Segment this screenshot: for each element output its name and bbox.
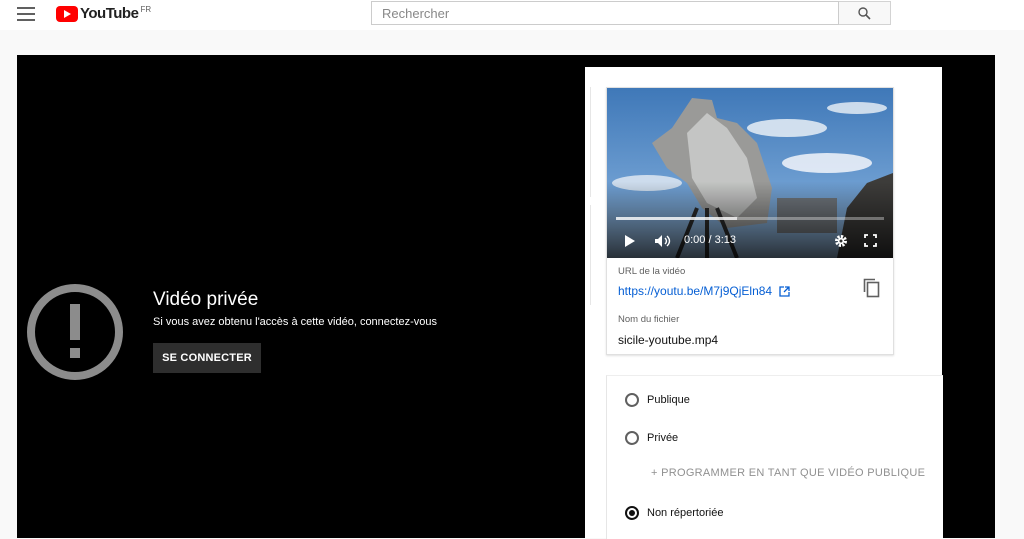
youtube-play-icon xyxy=(56,6,78,22)
logo-text: YouTube xyxy=(80,5,139,22)
video-thumbnail[interactable]: 0:00 / 3:13 xyxy=(607,88,893,258)
radio-option-public[interactable]: Publique xyxy=(625,393,690,407)
search-button[interactable] xyxy=(839,1,891,25)
filename-value: sicile-youtube.mp4 xyxy=(618,333,719,347)
volume-icon[interactable] xyxy=(654,234,672,248)
alert-circle-icon xyxy=(27,284,123,380)
visibility-options: Publique Privée + PROGRAMMER EN TANT QUE… xyxy=(606,375,943,539)
radio-button[interactable] xyxy=(625,393,639,407)
video-time: 0:00 / 3:13 xyxy=(684,234,736,246)
url-label: URL de la vidéo xyxy=(618,266,686,277)
settings-gear-icon[interactable] xyxy=(834,234,848,248)
filename-label: Nom du fichier xyxy=(618,314,680,325)
hamburger-menu-icon[interactable] xyxy=(17,7,35,21)
video-preview-card: 0:00 / 3:13 URL de la vidéo https://yout… xyxy=(606,87,894,355)
video-url-link[interactable]: https://youtu.be/M7j9QjEln84 xyxy=(618,284,772,298)
panel-edge xyxy=(585,205,591,305)
youtube-logo[interactable]: YouTube FR xyxy=(56,5,151,25)
radio-option-unlisted[interactable]: Non répertoriée xyxy=(625,506,723,520)
search-icon xyxy=(858,7,871,20)
buffered-progress xyxy=(616,217,737,220)
sculpture-image xyxy=(607,88,893,258)
play-icon[interactable] xyxy=(624,234,636,248)
radio-option-private[interactable]: Privée xyxy=(625,431,678,445)
sign-in-button[interactable]: SE CONNECTER xyxy=(153,343,261,373)
radio-label-unlisted: Non répertoriée xyxy=(647,507,724,519)
region-code: FR xyxy=(140,5,152,14)
video-details-panel: 0:00 / 3:13 URL de la vidéo https://yout… xyxy=(585,67,943,539)
radio-label-public: Publique xyxy=(647,394,690,406)
private-video-subtitle: Si vous avez obtenu l'accès à cette vidé… xyxy=(153,316,437,328)
radio-label-private: Privée xyxy=(647,432,679,444)
panel-edge xyxy=(585,87,591,197)
video-progress-bar[interactable] xyxy=(616,217,884,220)
copy-icon[interactable] xyxy=(863,278,880,298)
search-input[interactable] xyxy=(371,1,839,25)
external-link-icon[interactable] xyxy=(779,286,790,297)
private-video-title: Vidéo privée xyxy=(153,289,259,310)
radio-button[interactable] xyxy=(625,431,639,445)
schedule-public-link[interactable]: + PROGRAMMER EN TANT QUE VIDÉO PUBLIQUE xyxy=(651,467,925,479)
radio-button-selected[interactable] xyxy=(625,506,639,520)
top-bar: YouTube FR xyxy=(0,0,1024,30)
fullscreen-icon[interactable] xyxy=(864,234,877,247)
